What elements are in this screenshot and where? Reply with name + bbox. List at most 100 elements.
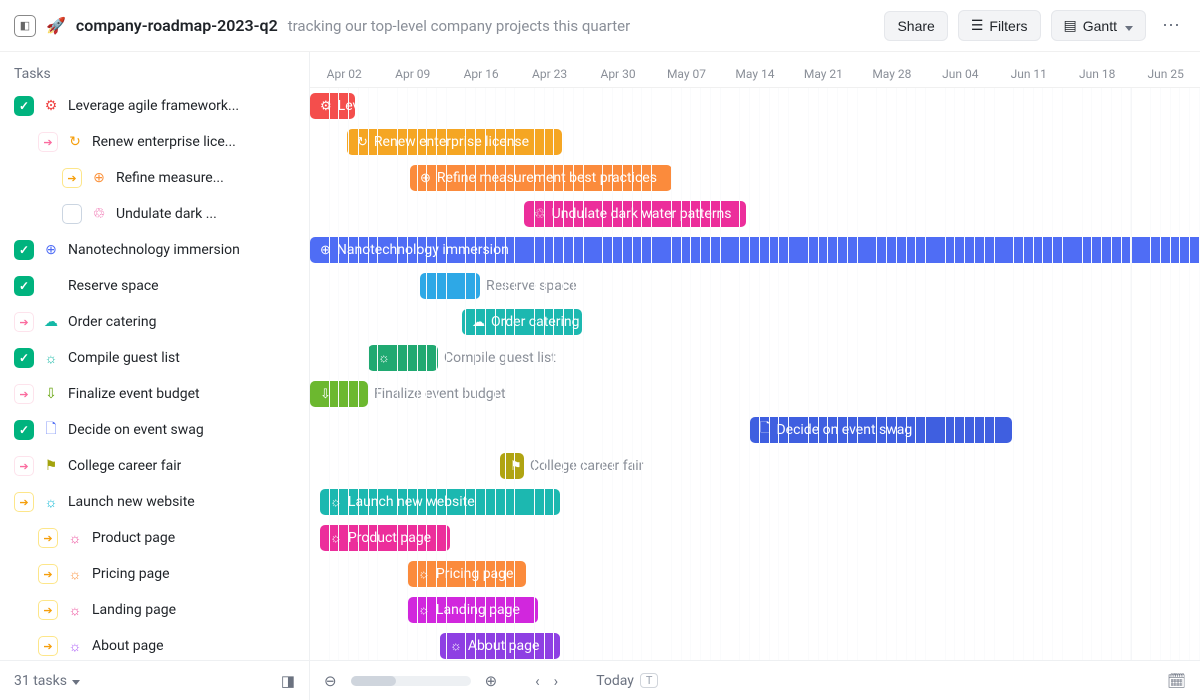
status-yellow[interactable]: [38, 636, 58, 656]
task-label: Compile guest list: [68, 350, 180, 366]
task-label: Decide on event swag: [68, 422, 204, 438]
chevron-down-icon: [70, 673, 80, 689]
tasks-column-header: Tasks: [0, 52, 309, 88]
timeline-header[interactable]: Apr 02Apr 09Apr 16Apr 23Apr 30May 07May …: [310, 52, 1200, 88]
gantt-icon: ▤: [1064, 17, 1077, 34]
status-done[interactable]: [14, 276, 34, 296]
timeline-week[interactable]: Jun 11: [995, 52, 1063, 87]
task-category-icon: ☼: [66, 638, 84, 655]
prev-button[interactable]: ‹: [535, 672, 540, 690]
filters-button[interactable]: ☰ Filters: [958, 10, 1041, 41]
task-label: Landing page: [92, 602, 176, 618]
task-row[interactable]: ☼Product page: [0, 520, 309, 556]
task-row[interactable]: ☁ Order catering: [0, 304, 309, 340]
task-row[interactable]: ⊕ Nanotechnology immersion: [0, 232, 309, 268]
task-row[interactable]: ☼ Pricing page: [0, 556, 309, 592]
task-category-icon: ⚙: [42, 98, 60, 114]
sidebar-collapse-icon[interactable]: ◨: [281, 672, 295, 690]
status-yellow[interactable]: [62, 168, 82, 188]
task-label: Renew enterprise lice...: [92, 134, 236, 150]
page-title[interactable]: company-roadmap-2023-q2: [76, 16, 278, 35]
task-row[interactable]: ↻ Renew enterprise lice...: [0, 124, 309, 160]
zoom-out-button[interactable]: ⊖: [324, 672, 337, 690]
task-label: College career fair: [68, 458, 181, 474]
app-logo[interactable]: ◧: [14, 15, 36, 37]
timeline-week[interactable]: Jun 25: [1131, 52, 1199, 87]
status-progress[interactable]: [14, 384, 34, 404]
task-category-icon: ☁: [42, 314, 60, 330]
timeline-panel: Apr 02Apr 09Apr 16Apr 23Apr 30May 07May …: [310, 52, 1200, 660]
zoom-in-button[interactable]: ⊕: [485, 672, 498, 690]
task-row[interactable]: Reserve space: [0, 268, 309, 304]
task-row[interactable]: ☼ Landing page: [0, 592, 309, 628]
task-label: Pricing page: [92, 566, 170, 582]
timeline-week[interactable]: Apr 23: [515, 52, 583, 87]
task-category-icon: ☼: [66, 566, 84, 583]
page-subtitle[interactable]: tracking our top-level company projects …: [288, 17, 630, 35]
task-label: Finalize event budget: [68, 386, 200, 402]
task-row[interactable]: ☼About page: [0, 628, 309, 660]
task-category-icon: ☼: [66, 602, 84, 619]
task-row[interactable]: ☼ Compile guest list: [0, 340, 309, 376]
task-row[interactable]: ⊕Refine measure...: [0, 160, 309, 196]
timeline-week[interactable]: Apr 16: [447, 52, 515, 87]
status-done[interactable]: [14, 240, 34, 260]
calendar-icon[interactable]: 🗓: [1167, 672, 1186, 690]
task-category-icon: ⇩: [42, 386, 60, 402]
task-label: Undulate dark ...: [116, 206, 217, 222]
task-category-icon: ⊕: [42, 242, 60, 258]
status-yellow[interactable]: [38, 528, 58, 548]
status-done[interactable]: [14, 420, 34, 440]
filter-icon: ☰: [971, 17, 984, 34]
chevron-down-icon: [1123, 18, 1133, 34]
status-yellow[interactable]: [38, 564, 58, 584]
more-menu-button[interactable]: ⋯: [1156, 11, 1186, 40]
task-row[interactable]: ☼Launch new website: [0, 484, 309, 520]
timeline-grid[interactable]: ⚙Leverage agile frameworks to provide a …: [310, 88, 1200, 660]
header: ◧ 🚀 company-roadmap-2023-q2 tracking our…: [0, 0, 1200, 52]
timeline-week[interactable]: Apr 09: [378, 52, 446, 87]
timeline-week[interactable]: May 14: [721, 52, 789, 87]
task-category-icon: ↻: [66, 134, 84, 150]
view-picker-button[interactable]: ▤ Gantt: [1051, 10, 1146, 41]
timeline-week[interactable]: May 07: [652, 52, 720, 87]
status-todo[interactable]: [62, 204, 82, 224]
timeline-week[interactable]: Jun 18: [1063, 52, 1131, 87]
task-category-icon: ☼: [42, 350, 60, 367]
timeline-week[interactable]: Apr 30: [584, 52, 652, 87]
status-progress[interactable]: [14, 312, 34, 332]
share-button[interactable]: Share: [884, 11, 947, 41]
task-category-icon: ☼: [42, 494, 60, 511]
task-label: Leverage agile framework...: [68, 98, 239, 114]
timeline-week[interactable]: May 21: [789, 52, 857, 87]
task-row[interactable]: ⇩ Finalize event budget: [0, 376, 309, 412]
zoom-slider[interactable]: [351, 676, 471, 686]
task-list[interactable]: ⚙ Leverage agile framework... ↻ Renew enter…: [0, 88, 309, 660]
footer: 31 tasks ◨ ⊖ ⊕ ‹ › Today T 🗓: [0, 660, 1200, 700]
task-label: Nanotechnology immersion: [68, 242, 240, 258]
today-kbd: T: [640, 673, 659, 688]
task-category-icon: 🗋: [42, 418, 60, 442]
task-row[interactable]: ⚙ Leverage agile framework...: [0, 88, 309, 124]
today-button[interactable]: Today T: [596, 673, 658, 689]
status-done[interactable]: [14, 96, 34, 116]
timeline-week[interactable]: May 28: [858, 52, 926, 87]
rocket-icon: 🚀: [46, 16, 66, 35]
next-button[interactable]: ›: [554, 672, 559, 690]
status-yellow[interactable]: [14, 492, 34, 512]
status-yellow[interactable]: [38, 600, 58, 620]
task-label: Product page: [92, 530, 175, 546]
status-done[interactable]: [14, 348, 34, 368]
task-row[interactable]: ⚑College career fair: [0, 448, 309, 484]
task-label: Refine measure...: [116, 170, 224, 186]
status-progress[interactable]: [14, 456, 34, 476]
timeline-week[interactable]: Jun 04: [926, 52, 994, 87]
task-row[interactable]: ♲Undulate dark ...: [0, 196, 309, 232]
task-row[interactable]: 🗋 Decide on event swag: [0, 412, 309, 448]
task-label: Reserve space: [68, 278, 159, 294]
task-count[interactable]: 31 tasks: [14, 673, 80, 689]
timeline-week[interactable]: Apr 02: [310, 52, 378, 87]
task-label: Order catering: [68, 314, 156, 330]
status-progress[interactable]: [38, 132, 58, 152]
task-panel: Tasks ⚙ Leverage agile framework... ↻ Renew…: [0, 52, 310, 660]
